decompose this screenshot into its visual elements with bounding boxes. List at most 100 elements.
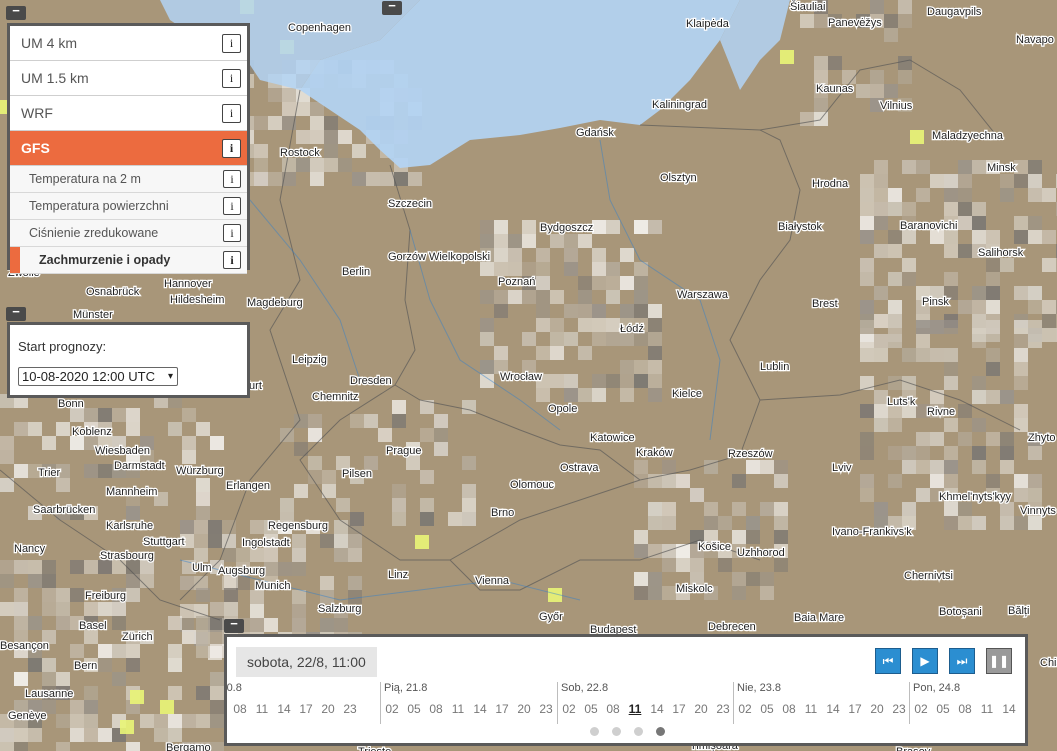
hour-tick[interactable]: 11 [251, 702, 273, 716]
layer-item[interactable]: Temperatura powierzchni i [10, 193, 247, 220]
info-icon[interactable]: i [223, 224, 241, 242]
info-icon[interactable]: i [222, 33, 241, 53]
city-label: Brest [812, 298, 838, 310]
page-dot[interactable] [590, 727, 599, 736]
hour-tick[interactable]: 02 [734, 702, 756, 716]
city-label: Warszawa [677, 289, 729, 301]
model-panel: UM 4 km i UM 1.5 km i WRF i GFS i Temperatura n… [7, 23, 250, 274]
city-label: Debrecen [708, 621, 756, 633]
city-label: Gorzów Wielkopolski [388, 251, 490, 263]
city-label: Hannover [164, 278, 212, 290]
skip-forward-button[interactable]: ⏭ [949, 648, 975, 674]
skip-back-button[interactable]: ⏮ [875, 648, 901, 674]
hour-tick[interactable]: 20 [513, 702, 535, 716]
hour-tick[interactable]: 08 [229, 702, 251, 716]
city-label: Poznań [498, 276, 535, 288]
forecast-start-panel: Start prognozy: 10-08-2020 12:00 UTC ▾ [7, 322, 250, 398]
city-label: Uzhhorod [737, 547, 785, 559]
map-minimize-button[interactable]: − [382, 0, 402, 15]
layer-label: Temperatura na 2 m [29, 172, 141, 186]
city-label: Vinnyts [1020, 505, 1056, 517]
info-icon[interactable]: i [223, 197, 241, 215]
hour-tick[interactable]: 23 [888, 702, 910, 716]
city-label: Chernivtsi [904, 570, 953, 582]
hour-tick[interactable]: 14 [469, 702, 491, 716]
model-item-um-4-km[interactable]: UM 4 km i [10, 26, 247, 61]
city-label: Olsztyn [660, 172, 697, 184]
hour-tick[interactable]: 14 [822, 702, 844, 716]
play-button[interactable]: ▶ [912, 648, 938, 674]
hour-tick[interactable]: 17 [491, 702, 513, 716]
city-label: Darmstadt [114, 460, 165, 472]
layer-item[interactable]: Ciśnienie zredukowane i [10, 220, 247, 247]
day-label: Pią, 21.8 [384, 682, 428, 694]
hour-tick[interactable]: 02 [910, 702, 932, 716]
info-icon[interactable]: i [222, 68, 241, 88]
city-label: Miskolc [676, 583, 713, 595]
info-icon[interactable]: i [223, 170, 241, 188]
city-label: Ingolstadt [242, 537, 290, 549]
city-label: Bern [74, 660, 97, 672]
model-item-wrf[interactable]: WRF i [10, 96, 247, 131]
hour-tick[interactable]: 11 [976, 702, 998, 716]
hour-tick[interactable]: 08 [602, 702, 624, 716]
city-label: Regensburg [268, 520, 328, 532]
hour-tick[interactable]: 14 [998, 702, 1020, 716]
info-icon[interactable]: i [222, 138, 241, 158]
city-label: Strasbourg [100, 550, 154, 562]
hour-tick[interactable]: 17 [844, 702, 866, 716]
hour-tick[interactable]: 20 [317, 702, 339, 716]
city-label: Pinsk [922, 296, 949, 308]
hour-tick[interactable]: 02 [558, 702, 580, 716]
hour-tick[interactable]: 23 [535, 702, 557, 716]
city-label: Copenhagen [288, 22, 351, 34]
start-minimize-button[interactable]: − [6, 305, 26, 321]
hour-tick[interactable]: 05 [932, 702, 954, 716]
city-label: Magdeburg [247, 297, 303, 309]
info-icon[interactable]: i [223, 251, 241, 269]
hour-tick[interactable]: 08 [425, 702, 447, 716]
hour-tick[interactable]: 11 [447, 702, 469, 716]
models-minimize-button[interactable]: − [6, 4, 26, 20]
city-label: Hrodna [812, 178, 849, 190]
hour-tick[interactable]: 11 [800, 702, 822, 716]
hour-tick[interactable]: 02 [381, 702, 403, 716]
info-icon[interactable]: i [222, 103, 241, 123]
hour-tick[interactable]: 11 [624, 702, 646, 716]
city-label: Dresden [350, 375, 392, 387]
timeline-minimize-button[interactable]: − [224, 617, 244, 633]
city-label: Besançon [0, 640, 49, 652]
hour-tick[interactable]: 20 [866, 702, 888, 716]
city-label: Kaliningrad [652, 99, 707, 111]
page-dot[interactable] [656, 727, 665, 736]
model-item-um-1-5-km[interactable]: UM 1.5 km i [10, 61, 247, 96]
pause-button[interactable]: ❚❚ [986, 648, 1012, 674]
city-label: Zürich [122, 631, 153, 643]
layer-item[interactable]: Zachmurzenie i opady i [10, 247, 247, 274]
day-label: w, 20.8 [226, 682, 242, 694]
model-item-gfs[interactable]: GFS i [10, 131, 247, 166]
city-label: Lviv [832, 462, 852, 474]
hour-tick[interactable]: 05 [403, 702, 425, 716]
hour-tick[interactable]: 14 [646, 702, 668, 716]
city-label: Khmel'nyts'kyy [939, 491, 1012, 503]
city-label: Baia Mare [794, 612, 844, 624]
hour-tick[interactable]: 17 [295, 702, 317, 716]
layer-label: Zachmurzenie i opady [39, 253, 171, 267]
forecast-start-select[interactable]: 10-08-2020 12:00 UTC ▾ [18, 367, 178, 386]
city-label: Chemnitz [312, 391, 358, 403]
hour-tick[interactable]: 05 [756, 702, 778, 716]
hour-tick[interactable]: 20 [690, 702, 712, 716]
hour-tick[interactable]: 17 [668, 702, 690, 716]
city-label: Vienna [475, 575, 510, 587]
layer-item[interactable]: Temperatura na 2 m i [10, 166, 247, 193]
hour-tick[interactable]: 14 [273, 702, 295, 716]
hour-tick[interactable]: 23 [712, 702, 734, 716]
hour-tick[interactable]: 08 [954, 702, 976, 716]
hour-tick[interactable]: 05 [580, 702, 602, 716]
hour-tick[interactable]: 23 [339, 702, 361, 716]
hour-tick[interactable]: 08 [778, 702, 800, 716]
page-dot[interactable] [634, 727, 643, 736]
city-label: Genève [8, 710, 47, 722]
page-dot[interactable] [612, 727, 621, 736]
